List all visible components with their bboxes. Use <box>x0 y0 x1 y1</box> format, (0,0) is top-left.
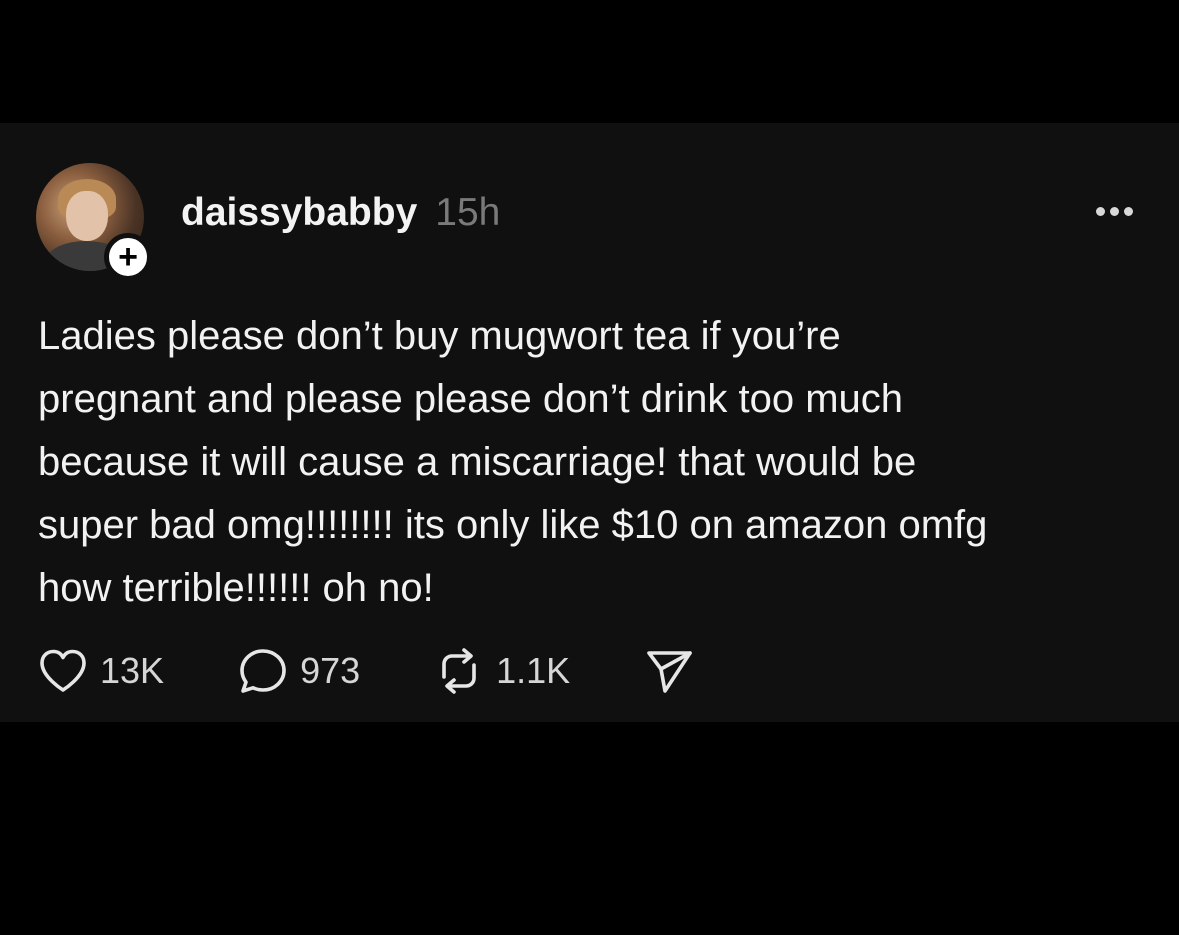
post-card: + daissybabby 15h Ladies please don’t bu… <box>0 123 1179 722</box>
more-dot <box>1110 207 1119 216</box>
more-dots-icon[interactable] <box>1096 207 1133 216</box>
repost-button[interactable]: 1.1K <box>434 647 570 695</box>
reply-count: 973 <box>300 650 361 691</box>
share-button[interactable] <box>644 647 694 695</box>
avatar-container[interactable]: + <box>36 163 152 281</box>
like-button[interactable]: 13K <box>38 648 164 694</box>
repost-icon <box>442 648 476 694</box>
speech-bubble-icon <box>240 649 286 693</box>
heart-icon <box>40 649 86 692</box>
more-dot <box>1096 207 1105 216</box>
timestamp: 15h <box>435 191 501 234</box>
reply-button[interactable]: 973 <box>238 647 360 695</box>
more-dot <box>1124 207 1133 216</box>
follow-button[interactable]: + <box>104 233 152 281</box>
action-bar: 13K 973 1.1K <box>38 645 694 697</box>
like-count: 13K <box>100 650 165 691</box>
send-icon <box>647 651 693 693</box>
post-header: daissybabby 15h <box>181 191 500 235</box>
post-text: Ladies please don’t buy mugwort tea if y… <box>38 314 988 610</box>
repost-count: 1.1K <box>496 650 571 691</box>
username[interactable]: daissybabby <box>181 191 417 235</box>
avatar-face <box>66 191 108 241</box>
